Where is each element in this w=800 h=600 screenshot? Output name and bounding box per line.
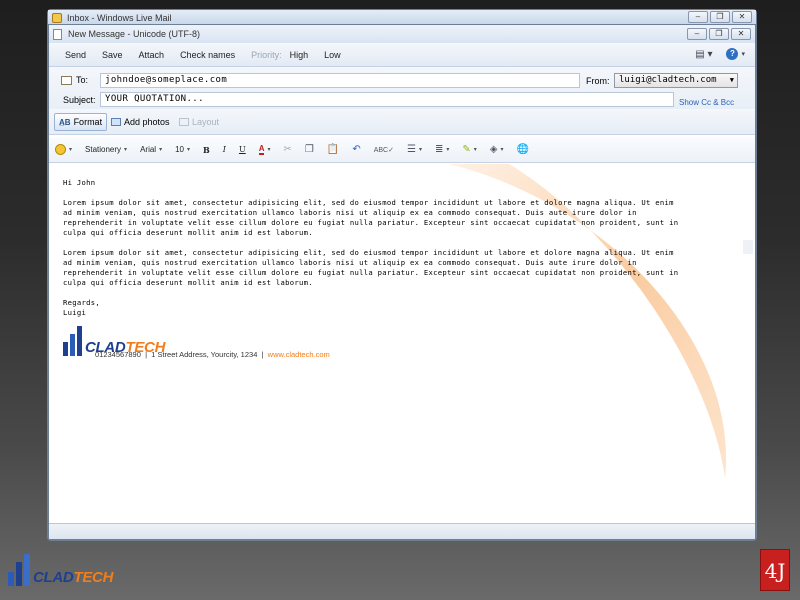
inbox-window-title: Inbox - Windows Live Mail xyxy=(67,12,172,23)
smiley-icon xyxy=(55,144,66,155)
highlight-button[interactable]: ✎ ▾ xyxy=(462,144,476,155)
add-photos-button[interactable]: Add photos xyxy=(111,117,170,127)
italic-button[interactable]: I xyxy=(223,145,226,154)
4j-logo: 4J xyxy=(760,549,790,591)
scrollbar[interactable] xyxy=(743,240,753,254)
photo-icon xyxy=(111,118,121,126)
message-close-button[interactable]: ✕ xyxy=(731,28,751,40)
message-body[interactable]: Hi John Lorem ipsum dolor sit amet, cons… xyxy=(49,164,755,524)
chevron-down-icon: ▼ xyxy=(729,76,734,84)
from-label: From: xyxy=(586,76,610,86)
font-dropdown[interactable]: Arial ▾ xyxy=(140,145,162,154)
numbered-list-icon: ☰ xyxy=(406,144,416,155)
signature-website-link[interactable]: www.cladtech.com xyxy=(268,350,330,359)
logo-bars-icon xyxy=(63,326,82,356)
highlighter-icon: ✎ xyxy=(462,144,471,155)
layout-icon xyxy=(179,118,189,126)
stationery-dropdown[interactable]: Stationery ▾ xyxy=(85,145,127,154)
chevron-down-icon: ▾ xyxy=(741,51,745,58)
paste-icon[interactable]: 📋 xyxy=(327,144,339,155)
close-button[interactable]: ✕ xyxy=(732,11,752,23)
font-color-button[interactable]: A ▾ xyxy=(258,144,271,155)
save-button[interactable]: Save xyxy=(102,50,123,60)
message-text: Hi John Lorem ipsum dolor sit amet, cons… xyxy=(63,178,683,328)
corner-logo-text: CLADTECH xyxy=(33,569,114,586)
cut-icon[interactable]: ✂ xyxy=(284,144,292,155)
to-button[interactable]: To: xyxy=(61,75,88,85)
priority-label: Priority: xyxy=(251,49,282,60)
subject-field[interactable]: YOUR QUOTATION... xyxy=(100,92,674,107)
copy-icon[interactable]: ❐ xyxy=(305,144,314,155)
minimize-button[interactable]: – xyxy=(688,11,708,23)
separator: | xyxy=(145,350,148,359)
corner-logo-bars-icon xyxy=(8,554,30,586)
status-bar xyxy=(49,523,755,539)
message-titlebar: New Message - Unicode (UTF-8) – ❐ ✕ xyxy=(49,25,755,43)
to-field[interactable]: johndoe@someplace.com xyxy=(100,73,580,88)
new-message-window: New Message - Unicode (UTF-8) – ❐ ✕ Send… xyxy=(48,24,756,540)
signature-address: 1 Street Address, Yourcity, 1234 xyxy=(151,350,258,359)
document-icon xyxy=(53,28,62,40)
underline-button[interactable]: U xyxy=(239,145,246,154)
maximize-button[interactable]: ❐ xyxy=(710,11,730,23)
format-icon: A̲B xyxy=(59,117,71,127)
bold-button[interactable]: B xyxy=(203,145,210,155)
subject-label: Subject: xyxy=(63,95,96,105)
sender-name: Luigi xyxy=(63,308,87,317)
paragraph-icon: ≣ xyxy=(434,144,444,155)
insert-icon: ◈ xyxy=(489,144,498,155)
font-size-label: 10 xyxy=(175,145,184,154)
send-button[interactable]: Send xyxy=(65,50,86,60)
from-select[interactable]: luigi@cladtech.com ▼ xyxy=(614,73,738,88)
from-value: luigi@cladtech.com xyxy=(619,75,717,85)
undo-icon[interactable]: ↶ xyxy=(352,144,360,155)
message-window-title: New Message - Unicode (UTF-8) xyxy=(68,29,201,39)
command-bar: Send Save Attach Check names Priority: H… xyxy=(49,43,755,67)
paragraph-2: Lorem ipsum dolor sit amet, consectetur … xyxy=(63,248,684,287)
signature-phone: 01234567890 xyxy=(95,350,141,359)
corner-logo: CLADTECH xyxy=(8,554,113,586)
font-size-dropdown[interactable]: 10 ▾ xyxy=(175,145,190,154)
mail-app-icon xyxy=(52,12,62,23)
layout-button[interactable]: Layout xyxy=(179,117,219,127)
check-names-button[interactable]: Check names xyxy=(180,50,235,60)
separator: | xyxy=(261,350,264,359)
priority-high-button[interactable]: High xyxy=(290,50,309,60)
add-photos-label: Add photos xyxy=(124,117,170,127)
font-label: Arial xyxy=(140,145,157,154)
spell-check-icon[interactable]: ABC✓ xyxy=(374,146,394,154)
priority-low-button[interactable]: Low xyxy=(324,50,341,60)
insert-button[interactable]: ◈ ▾ xyxy=(490,144,504,155)
paragraph-1: Lorem ipsum dolor sit amet, consectetur … xyxy=(63,198,684,237)
hyperlink-icon[interactable]: 🌐 xyxy=(516,144,528,155)
message-minimize-button[interactable]: – xyxy=(687,28,707,40)
emoticon-button[interactable]: ▾ xyxy=(55,144,72,155)
attach-button[interactable]: Attach xyxy=(139,50,165,60)
layout-label: Layout xyxy=(192,117,220,127)
to-label: To: xyxy=(76,75,89,85)
closing: Regards, xyxy=(63,298,101,307)
show-cc-bcc-link[interactable]: Show Cc & Bcc xyxy=(679,98,734,107)
stationery-label: Stationery xyxy=(85,145,122,154)
signature-details: 01234567890 | 1 Street Address, Yourcity… xyxy=(95,350,330,359)
help-icon: ? xyxy=(726,48,739,60)
format-button[interactable]: A̲B Format xyxy=(54,113,108,131)
list-button[interactable]: ☰ ▾ xyxy=(407,144,422,155)
address-book-icon xyxy=(61,75,72,85)
menu-dropdown-icon[interactable]: ▤ ▾ xyxy=(695,49,712,60)
format-label: Format xyxy=(73,117,103,127)
formatting-toolbar: ▾ Stationery ▾ Arial ▾ 10 ▾ B I U A ▾ ✂ ❐ 📋 … xyxy=(49,137,755,163)
format-row: A̲B Format Add photos Layout xyxy=(49,109,755,135)
paragraph-button[interactable]: ≣ ▾ xyxy=(435,144,449,155)
greeting: Hi John xyxy=(63,178,96,187)
help-button[interactable]: ? ▾ xyxy=(726,48,745,60)
font-color-icon: A xyxy=(258,144,265,155)
message-maximize-button[interactable]: ❐ xyxy=(709,28,729,40)
